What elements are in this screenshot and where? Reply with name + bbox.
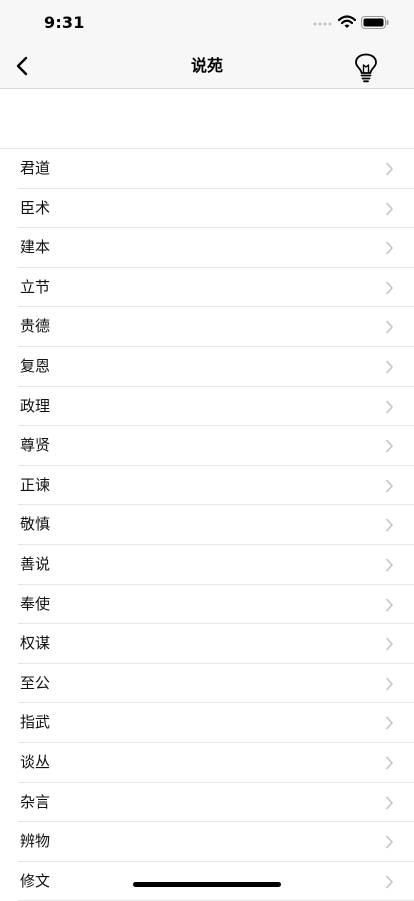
list-item-label: 修文 xyxy=(20,871,51,890)
chevron-right-icon xyxy=(386,756,393,770)
list-item-label: 指武 xyxy=(20,713,51,732)
chevron-right-icon xyxy=(386,439,393,453)
chevron-right-icon xyxy=(386,321,393,334)
list-item-label: 至公 xyxy=(20,673,51,692)
list-item-label: 辨物 xyxy=(20,832,51,851)
battery-icon xyxy=(361,16,389,29)
chevron-right-icon xyxy=(386,677,393,691)
list-item[interactable]: 善说 xyxy=(0,545,414,585)
list-item-label: 臣术 xyxy=(20,198,51,217)
list-item-label: 君道 xyxy=(20,159,51,177)
list-item[interactable]: 君道 xyxy=(0,149,414,189)
chevron-right-icon xyxy=(386,400,393,413)
status-time: 9:31 xyxy=(44,13,85,32)
list-item-label: 立节 xyxy=(20,277,51,296)
list-item-label: 善说 xyxy=(20,554,51,573)
list-item-label: 杂言 xyxy=(20,792,51,811)
hint-button[interactable] xyxy=(348,50,384,86)
list-item[interactable]: 立节 xyxy=(0,268,414,308)
list-item[interactable]: 尊贤 xyxy=(0,426,414,466)
list-item[interactable]: 复恩 xyxy=(0,347,414,387)
navigation-bar: 说苑 xyxy=(0,44,414,89)
list-item[interactable]: 臣术 xyxy=(0,189,414,229)
list-item[interactable]: 贵德 xyxy=(0,307,414,347)
list-item-label: 奉使 xyxy=(20,594,51,613)
list-item-label: 权谋 xyxy=(20,634,51,653)
signal-icon xyxy=(313,22,332,26)
list-item[interactable]: 谈丛 xyxy=(0,743,414,783)
list-item[interactable]: 正谏 xyxy=(0,466,414,506)
lightbulb-icon xyxy=(355,53,377,83)
chevron-right-icon xyxy=(386,598,393,611)
list-item-label: 复恩 xyxy=(20,356,51,375)
chevron-right-icon xyxy=(386,796,393,809)
home-indicator[interactable] xyxy=(133,882,281,887)
status-bar: 9:31 xyxy=(0,0,414,44)
list-item[interactable]: 辨物 xyxy=(0,822,414,862)
chevron-right-icon xyxy=(386,281,393,295)
chevron-right-icon xyxy=(386,162,393,176)
chevron-right-icon xyxy=(386,875,393,888)
list-item[interactable]: 指武 xyxy=(0,703,414,743)
list-item-label: 建本 xyxy=(20,238,51,257)
chevron-right-icon xyxy=(386,479,393,493)
list-item[interactable]: 至公 xyxy=(0,664,414,704)
list-item-label: 贵德 xyxy=(20,317,51,336)
chevron-right-icon xyxy=(386,835,393,849)
list-item[interactable]: 建本 xyxy=(0,228,414,268)
chevron-right-icon xyxy=(386,519,393,532)
list-item[interactable]: 奉使 xyxy=(0,585,414,625)
wifi-icon xyxy=(338,15,356,28)
chevron-right-icon xyxy=(386,360,393,374)
list-item-label: 敬慎 xyxy=(20,515,51,534)
list-item-label: 正谏 xyxy=(20,475,51,494)
chevron-right-icon xyxy=(386,717,393,730)
list-item[interactable]: 政理 xyxy=(0,387,414,427)
list-item-label: 政理 xyxy=(20,396,51,415)
list-item[interactable]: 敬慎 xyxy=(0,505,414,545)
list-item-label: 谈丛 xyxy=(20,752,51,771)
chevron-right-icon xyxy=(386,637,393,651)
list-item[interactable]: 权谋 xyxy=(0,624,414,664)
chapter-list: 君道臣术建本立节贵德复恩政理尊贤正谏敬慎善说奉使权谋至公指武谈丛杂言辨物修文 xyxy=(0,148,414,901)
chevron-right-icon xyxy=(386,202,393,215)
list-item-label: 尊贤 xyxy=(20,436,51,455)
chevron-right-icon xyxy=(386,558,393,572)
chevron-right-icon xyxy=(386,241,393,255)
list-item[interactable]: 杂言 xyxy=(0,783,414,823)
